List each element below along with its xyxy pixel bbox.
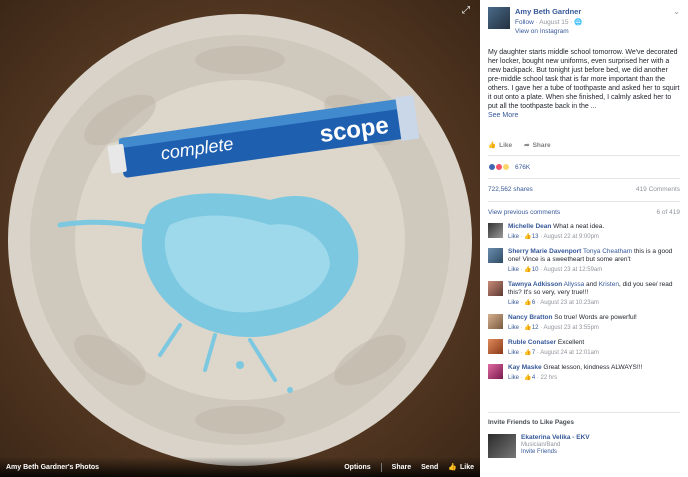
comment-like-count[interactable]: 7	[532, 350, 535, 356]
chevron-down-icon[interactable]: ⌄	[673, 7, 680, 42]
thumbs-up-icon: 👍	[488, 142, 497, 149]
comment-text: What a neat idea.	[553, 223, 605, 230]
thumbs-up-icon: 👍	[524, 267, 532, 273]
view-previous-comments-link[interactable]: View previous comments	[488, 209, 560, 216]
reaction-count: 676K	[515, 163, 531, 171]
like-action-label: Like	[499, 141, 513, 149]
comment: Michelle Dean What a neat idea. Like · 👍…	[488, 223, 680, 241]
thumbs-up-icon: 👍	[524, 375, 532, 381]
thumbs-up-icon: 👍	[524, 234, 532, 240]
comment-and: and	[586, 281, 597, 288]
photo-owner-link[interactable]: Amy Beth Gardner's Photos	[6, 464, 334, 471]
invite-friends-link[interactable]: Invite Friends	[521, 449, 590, 455]
divider	[380, 462, 382, 472]
like-button[interactable]: 👍 Like	[448, 463, 474, 472]
follow-button[interactable]: Follow	[515, 19, 534, 26]
comment: Tawnya Adkisson Allyssa and Kristen, did…	[488, 281, 680, 307]
tagged-friend[interactable]: Allyssa	[564, 281, 585, 288]
commenter-avatar[interactable]	[488, 281, 503, 296]
commenter-avatar[interactable]	[488, 248, 503, 263]
commenter-avatar[interactable]	[488, 339, 503, 354]
comment-like-count[interactable]: 10	[532, 267, 539, 273]
shares-count-link[interactable]: 722,562 shares	[488, 186, 533, 193]
commenter-name[interactable]: Michelle Dean	[508, 223, 551, 230]
commenter-name[interactable]: Sherry Marie Davenport	[508, 248, 581, 255]
comment: Ruble Conatser Excellent Like · 👍7 · Aug…	[488, 339, 680, 357]
comment-time[interactable]: August 24 at 12:01am	[540, 350, 599, 356]
photo-viewer[interactable]: complete scope ⤢ Amy Beth Gardner's Phot…	[0, 0, 480, 477]
thumbs-up-icon: 👍	[524, 350, 532, 356]
comment-text: Excellent	[557, 339, 585, 346]
share-icon: ➦	[524, 142, 530, 149]
expand-icon[interactable]: ⤢	[462, 6, 472, 16]
post-date[interactable]: August 15	[539, 19, 568, 26]
share-action-label: Share	[532, 141, 551, 149]
commenter-avatar[interactable]	[488, 314, 503, 329]
photo-image: complete scope	[0, 0, 480, 477]
comment-text: Great lesson, kindness ALWAYS!!!	[543, 364, 643, 371]
tagged-friend[interactable]: Tonya Cheatham	[583, 248, 632, 255]
view-on-instagram-link[interactable]: View on Instagram	[515, 28, 673, 35]
comment-like-count[interactable]: 13	[532, 234, 539, 240]
commenter-avatar[interactable]	[488, 364, 503, 379]
share-action[interactable]: ➦ Share	[524, 141, 551, 150]
commenter-name[interactable]: Tawnya Adkisson	[508, 281, 562, 288]
share-button[interactable]: Share	[392, 464, 411, 471]
comment-like-button[interactable]: Like	[508, 234, 519, 240]
comment-time[interactable]: August 22 at 9:00pm	[544, 234, 599, 240]
reactions-summary[interactable]: 676K	[488, 163, 680, 179]
post-panel: Amy Beth Gardner Follow · August 15 · 🌐 …	[480, 0, 688, 477]
comment-text: So true! Words are powerful!	[554, 314, 637, 321]
comment-time[interactable]: August 23 at 10:23am	[540, 300, 599, 306]
comment-like-count[interactable]: 4	[532, 375, 535, 381]
commenter-name[interactable]: Ruble Conatser	[508, 339, 556, 346]
like-label: Like	[459, 463, 474, 471]
comment-like-button[interactable]: Like	[508, 325, 519, 331]
view-previous-row: View previous comments 6 of 419	[488, 209, 680, 216]
comment-time[interactable]: August 23 at 12:59am	[544, 267, 603, 273]
wow-reaction-icon	[502, 163, 510, 171]
send-button[interactable]: Send	[421, 464, 438, 471]
shares-row: 722,562 shares 419 Comments	[488, 186, 680, 202]
commenter-name[interactable]: Kay Maske	[508, 364, 542, 371]
comment-like-button[interactable]: Like	[508, 267, 519, 273]
comment-like-button[interactable]: Like	[508, 375, 519, 381]
comment-like-button[interactable]: Like	[508, 300, 519, 306]
page-name-link[interactable]: Ekaterina Velika - EKV	[521, 434, 590, 441]
photo-action-bar: Amy Beth Gardner's Photos Options Share …	[0, 457, 480, 477]
thumbs-up-icon: 👍	[524, 300, 532, 306]
see-more-link[interactable]: See More	[488, 112, 680, 119]
post-text: My daughter starts middle school tomorro…	[488, 49, 680, 110]
commenter-avatar[interactable]	[488, 223, 503, 238]
comment-like-button[interactable]: Like	[508, 350, 519, 356]
invite-title: Invite Friends to Like Pages	[488, 419, 574, 426]
globe-icon: 🌐	[574, 19, 583, 26]
tagged-friend-2[interactable]: Kristen	[599, 281, 619, 288]
page-category: Musician/Band	[521, 442, 561, 448]
thumbs-up-icon: 👍	[524, 325, 532, 331]
post-actions: 👍 Like ➦ Share	[488, 141, 680, 156]
comment-like-count[interactable]: 12	[532, 325, 539, 331]
comment-position: 6 of 419	[656, 209, 681, 216]
options-button[interactable]: Options	[344, 464, 370, 471]
comments-count[interactable]: 419 Comments	[636, 186, 680, 193]
comment-time[interactable]: August 23 at 3:55pm	[544, 325, 599, 331]
thumbs-up-icon: 👍	[448, 464, 457, 471]
comment-like-count[interactable]: 6	[532, 300, 535, 306]
comment: Sherry Marie Davenport Tonya Cheatham th…	[488, 248, 680, 274]
invite-friends-section: Invite Friends to Like Pages Ekaterina V…	[488, 412, 680, 458]
like-action[interactable]: 👍 Like	[488, 141, 513, 150]
post-header: Amy Beth Gardner Follow · August 15 · 🌐 …	[488, 0, 680, 42]
comment: Nancy Bratton So true! Words are powerfu…	[488, 314, 680, 332]
author-avatar[interactable]	[488, 7, 510, 29]
author-name[interactable]: Amy Beth Gardner	[515, 7, 673, 16]
page-thumbnail[interactable]	[488, 434, 516, 458]
comment: Kay Maske Great lesson, kindness ALWAYS!…	[488, 364, 680, 382]
commenter-name[interactable]: Nancy Bratton	[508, 314, 552, 321]
comment-time[interactable]: 22 hrs	[541, 375, 558, 381]
